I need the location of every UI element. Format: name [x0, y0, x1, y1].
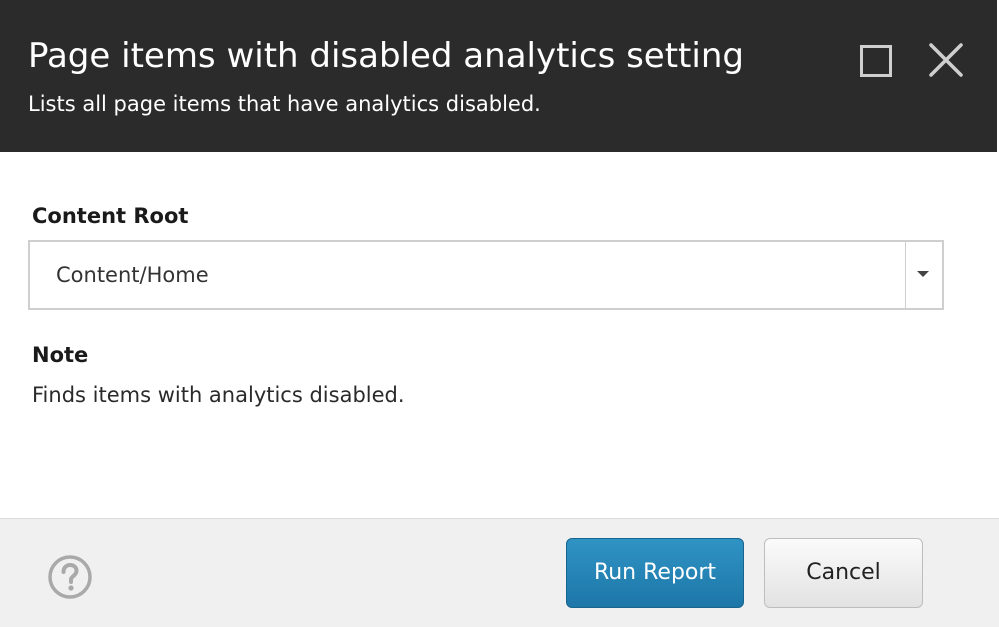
maximize-button[interactable] [858, 43, 892, 77]
help-icon [48, 555, 92, 599]
chevron-down-icon [917, 271, 929, 277]
cancel-button[interactable]: Cancel [764, 538, 923, 608]
maximize-icon [860, 45, 892, 77]
dialog-title: Page items with disabled analytics setti… [28, 36, 744, 76]
close-icon [929, 43, 963, 77]
dialog-subtitle: Lists all page items that have analytics… [28, 92, 541, 116]
content-root-dropdown-toggle[interactable] [905, 242, 942, 308]
report-dialog: Page items with disabled analytics setti… [0, 0, 999, 627]
content-root-value: Content/Home [56, 263, 209, 287]
dialog-body: Content Root Content/Home Note Finds ite… [0, 152, 999, 518]
content-root-select[interactable]: Content/Home [28, 240, 944, 310]
help-button[interactable] [47, 554, 93, 600]
close-button[interactable] [928, 42, 964, 78]
run-report-button[interactable]: Run Report [566, 538, 744, 608]
note-text: Finds items with analytics disabled. [32, 383, 405, 407]
dialog-header: Page items with disabled analytics setti… [0, 0, 997, 152]
content-root-label: Content Root [32, 204, 189, 228]
dialog-footer: Run Report Cancel [0, 518, 999, 627]
note-label: Note [32, 343, 89, 367]
